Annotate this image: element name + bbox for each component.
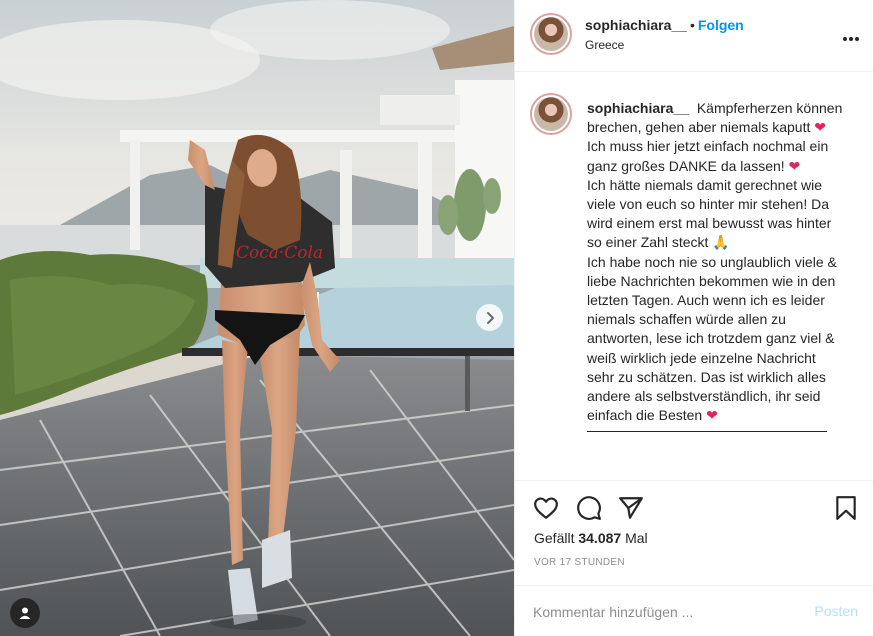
- caption-divider: [587, 431, 827, 433]
- post-comment-button[interactable]: Posten: [814, 603, 858, 619]
- comment-bubble-icon: [577, 496, 601, 520]
- header-user-line: sophiachiara__ • Folgen: [585, 17, 744, 33]
- next-photo-button[interactable]: [476, 304, 503, 331]
- pray-emoji: 🙏: [712, 234, 730, 251]
- comment-button[interactable]: [576, 495, 602, 526]
- heart-emoji: ❤: [814, 119, 826, 136]
- separator-dot: •: [689, 17, 695, 33]
- comment-input[interactable]: [533, 601, 783, 623]
- person-icon: [19, 607, 31, 619]
- caption-text: sophiachiara__ Kämpferherzen können brec…: [587, 99, 843, 433]
- share-button[interactable]: [618, 495, 644, 526]
- comment-bar: Posten: [515, 585, 873, 636]
- caption-username-link[interactable]: sophiachiara__: [587, 100, 689, 116]
- location-link[interactable]: Greece: [585, 38, 624, 52]
- like-button[interactable]: [533, 495, 559, 526]
- save-button[interactable]: [833, 495, 859, 526]
- actions-bar: Gefällt 34.087 Mal VOR 17 STUNDEN: [515, 480, 873, 580]
- more-options-button[interactable]: [842, 26, 860, 47]
- bookmark-icon: [836, 496, 856, 520]
- heart-emoji: ❤: [706, 407, 718, 424]
- likes-prefix: Gefällt: [534, 530, 579, 546]
- tagged-users-button[interactable]: [10, 598, 40, 628]
- post-photo[interactable]: Coca·Cola: [0, 0, 514, 636]
- heart-outline-icon: [534, 497, 558, 519]
- more-horizontal-icon: [843, 37, 859, 41]
- likes-count[interactable]: Gefällt 34.087 Mal: [534, 530, 648, 546]
- post-details-panel: sophiachiara__ • Folgen Greece sophiachiar…: [514, 0, 873, 636]
- paper-plane-icon: [619, 497, 643, 519]
- follow-button[interactable]: Folgen: [698, 17, 744, 33]
- heart-emoji: ❤: [788, 157, 801, 174]
- caption-line-4: Ich habe noch nie so unglaublich viele &…: [587, 253, 837, 424]
- caption-area: sophiachiara__ Kämpferherzen können brec…: [515, 73, 873, 479]
- chevron-right-icon: [486, 311, 494, 324]
- caption-avatar[interactable]: [530, 93, 572, 135]
- likes-suffix: Mal: [621, 530, 648, 546]
- photo-image: Coca·Cola: [0, 0, 514, 636]
- post-timestamp[interactable]: VOR 17 STUNDEN: [534, 557, 625, 568]
- caption-line-3: Ich hätte niemals damit gerechnet wie vi…: [587, 176, 832, 251]
- avatar[interactable]: [530, 13, 572, 55]
- likes-number: 34.087: [578, 530, 622, 546]
- post-header: sophiachiara__ • Folgen Greece: [515, 0, 873, 72]
- username-link[interactable]: sophiachiara__: [585, 17, 687, 33]
